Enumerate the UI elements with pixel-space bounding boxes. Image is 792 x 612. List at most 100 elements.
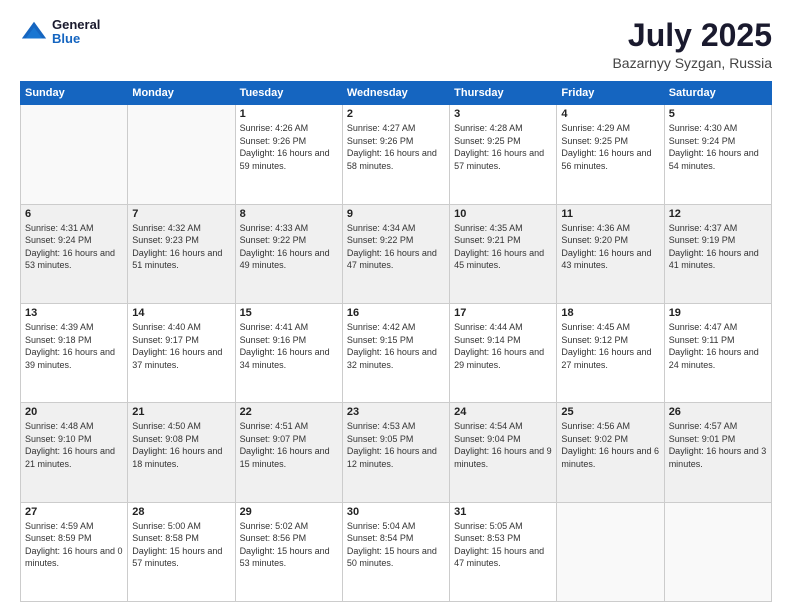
col-header-sunday: Sunday: [21, 82, 128, 105]
calendar-table: SundayMondayTuesdayWednesdayThursdayFrid…: [20, 81, 772, 602]
calendar-day-cell: 25 Sunrise: 4:56 AMSunset: 9:02 PMDayligh…: [557, 403, 664, 502]
day-number: 17: [454, 307, 552, 319]
day-info: Sunrise: 5:02 AMSunset: 8:56 PMDaylight:…: [240, 520, 338, 570]
calendar-day-cell: 2 Sunrise: 4:27 AMSunset: 9:26 PMDaylight…: [342, 105, 449, 204]
calendar-day-cell: [21, 105, 128, 204]
calendar-day-cell: 20Sunrise: 4:48 AMSunset: 9:10 PMDayligh…: [21, 403, 128, 502]
day-info: Sunrise: 4:30 AMSunset: 9:24 PMDaylight:…: [669, 122, 767, 172]
location: Bazarnyy Syzgan, Russia: [612, 55, 772, 71]
calendar-day-cell: 15Sunrise: 4:41 AMSunset: 9:16 PMDayligh…: [235, 303, 342, 402]
day-number: 29: [240, 506, 338, 518]
logo-blue: Blue: [52, 32, 100, 46]
col-header-monday: Monday: [128, 82, 235, 105]
day-info: Sunrise: 4:33 AMSunset: 9:22 PMDaylight:…: [240, 222, 338, 272]
day-number: 5: [669, 108, 767, 120]
calendar-week-row: 1 Sunrise: 4:26 AMSunset: 9:26 PMDaylight…: [21, 105, 772, 204]
day-number: 27: [25, 506, 123, 518]
day-number: 18: [561, 307, 659, 319]
day-number: 28: [132, 506, 230, 518]
page: General Blue July 2025 Bazarnyy Syzgan, …: [0, 0, 792, 612]
calendar-week-row: 27Sunrise: 4:59 AMSunset: 8:59 PMDayligh…: [21, 502, 772, 601]
calendar-day-cell: 29 Sunrise: 5:02 AMSunset: 8:56 PMDayligh…: [235, 502, 342, 601]
day-info: Sunrise: 4:26 AMSunset: 9:26 PMDaylight:…: [240, 122, 338, 172]
col-header-wednesday: Wednesday: [342, 82, 449, 105]
day-info: Sunrise: 4:51 AMSunset: 9:07 PMDaylight:…: [240, 420, 338, 470]
day-info: Sunrise: 5:00 AMSunset: 8:58 PMDaylight:…: [132, 520, 230, 570]
day-number: 24: [454, 406, 552, 418]
calendar-day-cell: [664, 502, 771, 601]
day-info: Sunrise: 4:40 AMSunset: 9:17 PMDaylight:…: [132, 321, 230, 371]
day-info: Sunrise: 4:35 AMSunset: 9:21 PMDaylight:…: [454, 222, 552, 272]
day-info: Sunrise: 4:56 AMSunset: 9:02 PMDaylight:…: [561, 420, 659, 470]
day-number: 3: [454, 108, 552, 120]
calendar-day-cell: 24 Sunrise: 4:54 AMSunset: 9:04 PMDayligh…: [450, 403, 557, 502]
day-number: 25: [561, 406, 659, 418]
calendar-day-cell: 6Sunrise: 4:31 AMSunset: 9:24 PMDaylight…: [21, 204, 128, 303]
logo: General Blue: [20, 18, 100, 47]
day-number: 4: [561, 108, 659, 120]
calendar-day-cell: 5 Sunrise: 4:30 AMSunset: 9:24 PMDaylight…: [664, 105, 771, 204]
day-number: 21: [132, 406, 230, 418]
calendar-day-cell: 28 Sunrise: 5:00 AMSunset: 8:58 PMDayligh…: [128, 502, 235, 601]
logo-text: General Blue: [52, 18, 100, 47]
day-info: Sunrise: 4:41 AMSunset: 9:16 PMDaylight:…: [240, 321, 338, 371]
day-number: 7: [132, 208, 230, 220]
day-info: Sunrise: 4:34 AMSunset: 9:22 PMDaylight:…: [347, 222, 445, 272]
calendar-day-cell: 10 Sunrise: 4:35 AMSunset: 9:21 PMDayligh…: [450, 204, 557, 303]
day-info: Sunrise: 4:57 AMSunset: 9:01 PMDaylight:…: [669, 420, 767, 470]
col-header-tuesday: Tuesday: [235, 82, 342, 105]
calendar-day-cell: 12Sunrise: 4:37 AMSunset: 9:19 PMDayligh…: [664, 204, 771, 303]
calendar-day-cell: 23Sunrise: 4:53 AMSunset: 9:05 PMDayligh…: [342, 403, 449, 502]
day-number: 2: [347, 108, 445, 120]
day-number: 8: [240, 208, 338, 220]
day-info: Sunrise: 4:45 AMSunset: 9:12 PMDaylight:…: [561, 321, 659, 371]
day-number: 26: [669, 406, 767, 418]
calendar-day-cell: 14Sunrise: 4:40 AMSunset: 9:17 PMDayligh…: [128, 303, 235, 402]
logo-general: General: [52, 18, 100, 32]
calendar-day-cell: 3Sunrise: 4:28 AMSunset: 9:25 PMDaylight…: [450, 105, 557, 204]
day-info: Sunrise: 4:42 AMSunset: 9:15 PMDaylight:…: [347, 321, 445, 371]
day-number: 10: [454, 208, 552, 220]
calendar-day-cell: 31Sunrise: 5:05 AMSunset: 8:53 PMDayligh…: [450, 502, 557, 601]
logo-icon: [20, 18, 48, 46]
calendar-day-cell: 19 Sunrise: 4:47 AMSunset: 9:11 PMDayligh…: [664, 303, 771, 402]
calendar-day-cell: 27Sunrise: 4:59 AMSunset: 8:59 PMDayligh…: [21, 502, 128, 601]
day-number: 11: [561, 208, 659, 220]
day-number: 22: [240, 406, 338, 418]
header: General Blue July 2025 Bazarnyy Syzgan, …: [20, 18, 772, 71]
col-header-thursday: Thursday: [450, 82, 557, 105]
calendar-week-row: 20Sunrise: 4:48 AMSunset: 9:10 PMDayligh…: [21, 403, 772, 502]
calendar-day-cell: [557, 502, 664, 601]
calendar-day-cell: 11 Sunrise: 4:36 AMSunset: 9:20 PMDayligh…: [557, 204, 664, 303]
day-info: Sunrise: 4:39 AMSunset: 9:18 PMDaylight:…: [25, 321, 123, 371]
calendar-week-row: 13 Sunrise: 4:39 AMSunset: 9:18 PMDayligh…: [21, 303, 772, 402]
day-info: Sunrise: 4:27 AMSunset: 9:26 PMDaylight:…: [347, 122, 445, 172]
calendar-day-cell: [128, 105, 235, 204]
calendar-day-cell: 30 Sunrise: 5:04 AMSunset: 8:54 PMDayligh…: [342, 502, 449, 601]
day-number: 9: [347, 208, 445, 220]
calendar-header-row: SundayMondayTuesdayWednesdayThursdayFrid…: [21, 82, 772, 105]
day-info: Sunrise: 4:32 AMSunset: 9:23 PMDaylight:…: [132, 222, 230, 272]
calendar-week-row: 6Sunrise: 4:31 AMSunset: 9:24 PMDaylight…: [21, 204, 772, 303]
calendar-day-cell: 22 Sunrise: 4:51 AMSunset: 9:07 PMDayligh…: [235, 403, 342, 502]
day-number: 1: [240, 108, 338, 120]
day-info: Sunrise: 4:31 AMSunset: 9:24 PMDaylight:…: [25, 222, 123, 272]
day-info: Sunrise: 4:36 AMSunset: 9:20 PMDaylight:…: [561, 222, 659, 272]
day-info: Sunrise: 4:54 AMSunset: 9:04 PMDaylight:…: [454, 420, 552, 470]
day-number: 30: [347, 506, 445, 518]
col-header-friday: Friday: [557, 82, 664, 105]
calendar-day-cell: 9 Sunrise: 4:34 AMSunset: 9:22 PMDaylight…: [342, 204, 449, 303]
day-info: Sunrise: 4:50 AMSunset: 9:08 PMDaylight:…: [132, 420, 230, 470]
calendar-day-cell: 17Sunrise: 4:44 AMSunset: 9:14 PMDayligh…: [450, 303, 557, 402]
day-number: 19: [669, 307, 767, 319]
day-info: Sunrise: 4:53 AMSunset: 9:05 PMDaylight:…: [347, 420, 445, 470]
day-info: Sunrise: 4:47 AMSunset: 9:11 PMDaylight:…: [669, 321, 767, 371]
calendar-day-cell: 18 Sunrise: 4:45 AMSunset: 9:12 PMDayligh…: [557, 303, 664, 402]
day-info: Sunrise: 5:04 AMSunset: 8:54 PMDaylight:…: [347, 520, 445, 570]
calendar-day-cell: 16Sunrise: 4:42 AMSunset: 9:15 PMDayligh…: [342, 303, 449, 402]
day-info: Sunrise: 4:29 AMSunset: 9:25 PMDaylight:…: [561, 122, 659, 172]
day-number: 13: [25, 307, 123, 319]
day-info: Sunrise: 5:05 AMSunset: 8:53 PMDaylight:…: [454, 520, 552, 570]
calendar-day-cell: 21 Sunrise: 4:50 AMSunset: 9:08 PMDayligh…: [128, 403, 235, 502]
calendar-day-cell: 7 Sunrise: 4:32 AMSunset: 9:23 PMDaylight…: [128, 204, 235, 303]
